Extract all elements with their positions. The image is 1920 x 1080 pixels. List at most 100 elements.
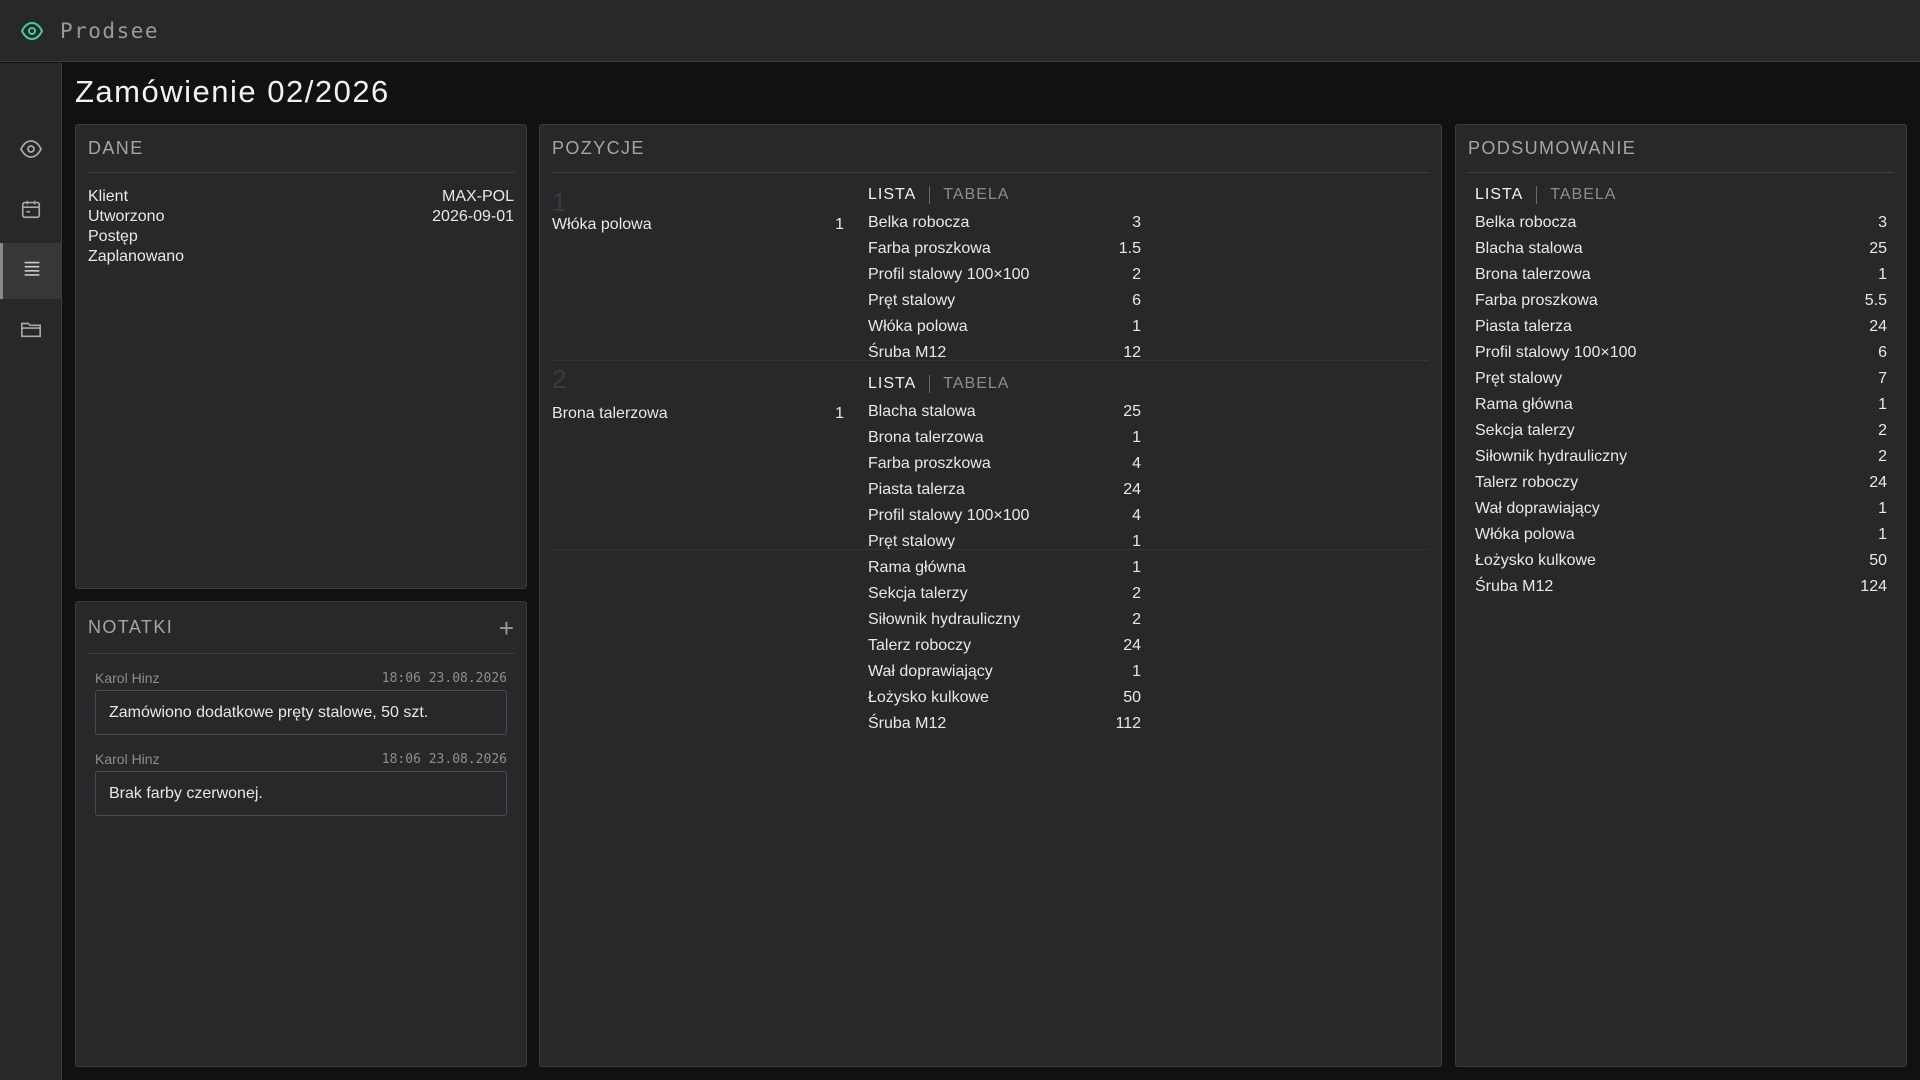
part-qty: 2 [1132, 611, 1141, 628]
part-row: Wał doprawiający 1 [868, 660, 1141, 684]
top-bar: Prodsee [0, 0, 1920, 62]
note-card[interactable]: Brak farby czerwonej. [95, 771, 507, 816]
note-meta: Karol Hinz 18:06 23.08.2026 [95, 669, 507, 687]
summary-name: Pręt stalowy [1475, 370, 1563, 387]
summary-name: Profil stalowy 100×100 [1475, 344, 1637, 361]
position-number: 1 [552, 187, 567, 217]
field-postep: Postęp [88, 227, 514, 247]
summary-qty: 5.5 [1864, 292, 1887, 309]
view-table-tab[interactable]: TABELA [943, 186, 1009, 204]
summary-row: Wał doprawiający 1 [1475, 497, 1887, 521]
view-list-tab[interactable]: LISTA [868, 186, 916, 204]
part-name: Profil stalowy 100×100 [868, 507, 1030, 524]
sidebar-item-calendar[interactable] [0, 183, 61, 239]
position-row[interactable]: Brona talerzowa 1 [552, 402, 844, 426]
part-qty: 4 [1132, 455, 1141, 472]
summary-qty: 50 [1869, 552, 1887, 569]
note-timestamp: 18:06 23.08.2026 [381, 670, 507, 686]
dane-panel-header: DANE [88, 125, 514, 173]
part-row: Farba proszkowa 4 [868, 452, 1141, 476]
field-label: Postęp [88, 228, 138, 245]
part-qty: 1 [1132, 318, 1141, 335]
summary-row: Łożysko kulkowe 50 [1475, 549, 1887, 573]
part-name: Śruba M12 [868, 715, 947, 732]
note-card[interactable]: Zamówiono dodatkowe pręty stalowe, 50 sz… [95, 690, 507, 735]
summary-row: Pręt stalowy 7 [1475, 367, 1887, 391]
part-qty: 25 [1123, 403, 1141, 420]
podsumowanie-panel: PODSUMOWANIE LISTA TABELA Belka robocza 3… [1455, 124, 1907, 1067]
position-row[interactable]: Włóka polowa 1 [552, 213, 844, 237]
part-row: Śruba M12 112 [868, 712, 1141, 736]
part-row: Talerz roboczy 24 [868, 634, 1141, 658]
pozycje-panel-title: POZYCJE [552, 138, 645, 158]
part-row: Piasta talerza 24 [868, 478, 1141, 502]
summary-name: Rama główna [1475, 396, 1573, 413]
view-list-tab[interactable]: LISTA [1475, 186, 1523, 204]
part-qty: 2 [1132, 585, 1141, 602]
sidebar-item-files[interactable] [0, 303, 61, 359]
summary-qty: 1 [1878, 266, 1887, 283]
field-value: 2026-09-01 [432, 208, 514, 225]
dane-panel-title: DANE [88, 138, 144, 158]
notatki-panel-header: NOTATKI + [88, 602, 514, 654]
toggle-divider [929, 375, 931, 393]
part-row: Rama główna 1 [868, 556, 1141, 580]
summary-row: Śruba M12 124 [1475, 575, 1887, 599]
summary-row: Talerz roboczy 24 [1475, 471, 1887, 495]
part-qty: 6 [1132, 292, 1141, 309]
summary-name: Włóka polowa [1475, 526, 1575, 543]
pozycje-panel-header: POZYCJE [552, 125, 1429, 173]
summary-name: Siłownik hydrauliczny [1475, 448, 1628, 465]
position-name: Włóka polowa [552, 216, 652, 233]
field-label: Zaplanowano [88, 248, 185, 265]
view-toggle: LISTA TABELA [868, 373, 1009, 395]
view-table-tab[interactable]: TABELA [1550, 186, 1616, 204]
podsumowanie-panel-header: PODSUMOWANIE [1468, 125, 1894, 173]
part-qty: 1 [1132, 663, 1141, 680]
field-value: MAX-POL [441, 188, 514, 205]
page-title: Zamówienie 02/2026 [75, 74, 390, 109]
part-name: Blacha stalowa [868, 403, 976, 420]
part-qty: 50 [1123, 689, 1141, 706]
add-note-button[interactable]: + [499, 615, 514, 641]
sidebar-item-overview[interactable] [0, 123, 61, 179]
position-qty: 1 [835, 405, 844, 422]
part-row: Łożysko kulkowe 50 [868, 686, 1141, 710]
summary-qty: 6 [1878, 344, 1887, 361]
part-name: Brona talerzowa [868, 429, 984, 446]
part-name: Profil stalowy 100×100 [868, 266, 1030, 283]
view-list-tab[interactable]: LISTA [868, 375, 916, 393]
part-qty: 24 [1123, 637, 1141, 654]
part-name: Piasta talerza [868, 481, 965, 498]
note-text: Zamówiono dodatkowe pręty stalowe, 50 sz… [109, 703, 429, 721]
part-qty: 4 [1132, 507, 1141, 524]
summary-name: Brona talerzowa [1475, 266, 1591, 283]
summary-name: Blacha stalowa [1475, 240, 1583, 257]
calendar-icon [20, 198, 42, 225]
summary-qty: 1 [1878, 526, 1887, 543]
part-qty: 24 [1123, 481, 1141, 498]
summary-qty: 24 [1869, 474, 1887, 491]
part-name: Pręt stalowy [868, 292, 956, 309]
notatki-panel-title: NOTATKI [88, 617, 174, 637]
summary-qty: 25 [1869, 240, 1887, 257]
part-row: Siłownik hydrauliczny 2 [868, 608, 1141, 632]
view-toggle: LISTA TABELA [868, 184, 1009, 206]
part-row: Śruba M12 12 [868, 341, 1141, 365]
summary-row: Brona talerzowa 1 [1475, 263, 1887, 287]
podsumowanie-panel-title: PODSUMOWANIE [1468, 138, 1637, 158]
part-row: Sekcja talerzy 2 [868, 582, 1141, 606]
part-name: Sekcja talerzy [868, 585, 968, 602]
summary-row: Piasta talerza 24 [1475, 315, 1887, 339]
summary-name: Farba proszkowa [1475, 292, 1598, 309]
note-timestamp: 18:06 23.08.2026 [381, 751, 507, 767]
part-qty: 3 [1132, 214, 1141, 231]
dane-panel: DANE Klient MAX-POL Utworzono 2026-09-01… [75, 124, 527, 589]
view-table-tab[interactable]: TABELA [943, 375, 1009, 393]
part-row: Profil stalowy 100×100 4 [868, 504, 1141, 528]
pozycje-panel: POZYCJE 1 Włóka polowa 1 LISTA TABELA Be… [539, 124, 1442, 1067]
summary-row: Siłownik hydrauliczny 2 [1475, 445, 1887, 469]
sidebar-item-list[interactable] [0, 243, 61, 299]
summary-name: Belka robocza [1475, 214, 1577, 231]
summary-qty: 3 [1878, 214, 1887, 231]
